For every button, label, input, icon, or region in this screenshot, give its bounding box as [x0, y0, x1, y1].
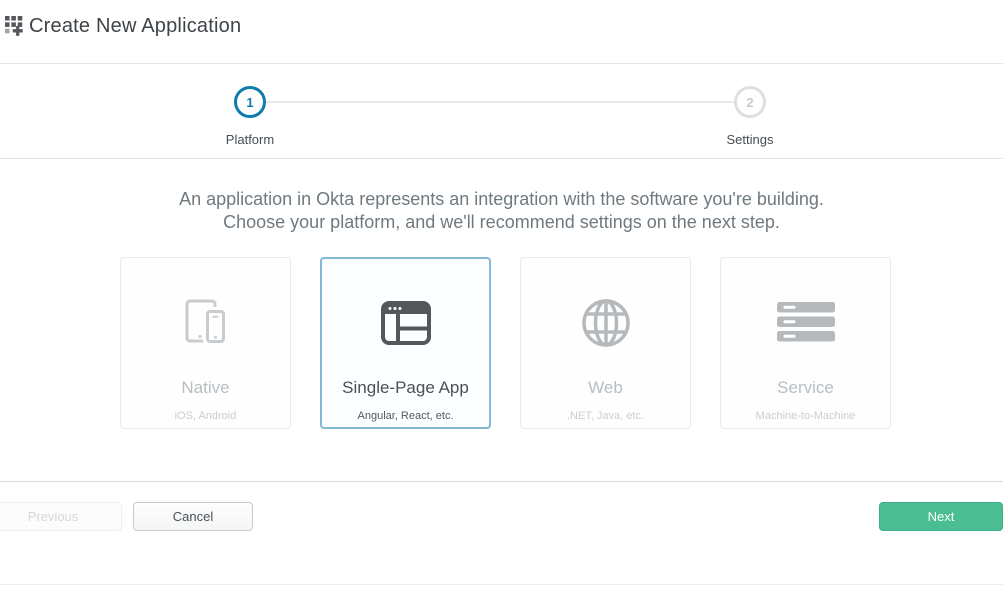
step-label-settings: Settings	[690, 132, 810, 147]
step-indicator-settings: 2	[734, 86, 766, 118]
step-number: 1	[246, 95, 253, 110]
intro-line-2: Choose your platform, and we'll recommen…	[0, 211, 1003, 234]
platform-card-native[interactable]: Native iOS, Android	[120, 257, 291, 429]
platform-card-title: Web	[588, 378, 623, 398]
modal-header: Create New Application	[0, 0, 1003, 64]
step-indicator-platform: 1	[234, 86, 266, 118]
platform-card-single-page-app[interactable]: Single-Page App Angular, React, etc.	[320, 257, 491, 429]
platform-card-service[interactable]: Service Machine-to-Machine	[720, 257, 891, 429]
server-stack-icon	[775, 295, 837, 351]
globe-icon	[580, 295, 632, 351]
platform-card-subtitle: Machine-to-Machine	[756, 410, 856, 422]
platform-card-subtitle: Angular, React, etc.	[358, 410, 454, 422]
stepper-connector-line	[266, 101, 734, 103]
app-grid-plus-icon	[5, 16, 25, 36]
wizard-body: An application in Okta represents an int…	[0, 159, 1003, 234]
bottom-divider	[0, 584, 1003, 585]
platform-card-subtitle: .NET, Java, etc.	[567, 410, 644, 422]
platform-card-title: Single-Page App	[342, 378, 469, 398]
platform-card-title: Native	[181, 378, 229, 398]
cancel-button[interactable]: Cancel	[133, 502, 253, 531]
platform-card-title: Service	[777, 378, 834, 398]
wizard-stepper: 1 2 Platform Settings	[0, 64, 1003, 159]
footer-divider	[0, 481, 1003, 482]
step-label-platform: Platform	[190, 132, 310, 147]
step-number: 2	[746, 95, 753, 110]
next-button[interactable]: Next	[879, 502, 1003, 531]
platform-card-web[interactable]: Web .NET, Java, etc.	[520, 257, 691, 429]
platform-card-subtitle: iOS, Android	[175, 410, 237, 422]
previous-button[interactable]: Previous	[0, 502, 122, 531]
intro-line-1: An application in Okta represents an int…	[0, 188, 1003, 211]
platform-card-row: Native iOS, Android Single-Page App Angu…	[120, 257, 891, 429]
intro-text: An application in Okta represents an int…	[0, 188, 1003, 234]
mobile-devices-icon	[180, 295, 232, 351]
browser-window-icon	[381, 295, 431, 351]
page-title: Create New Application	[29, 15, 241, 38]
